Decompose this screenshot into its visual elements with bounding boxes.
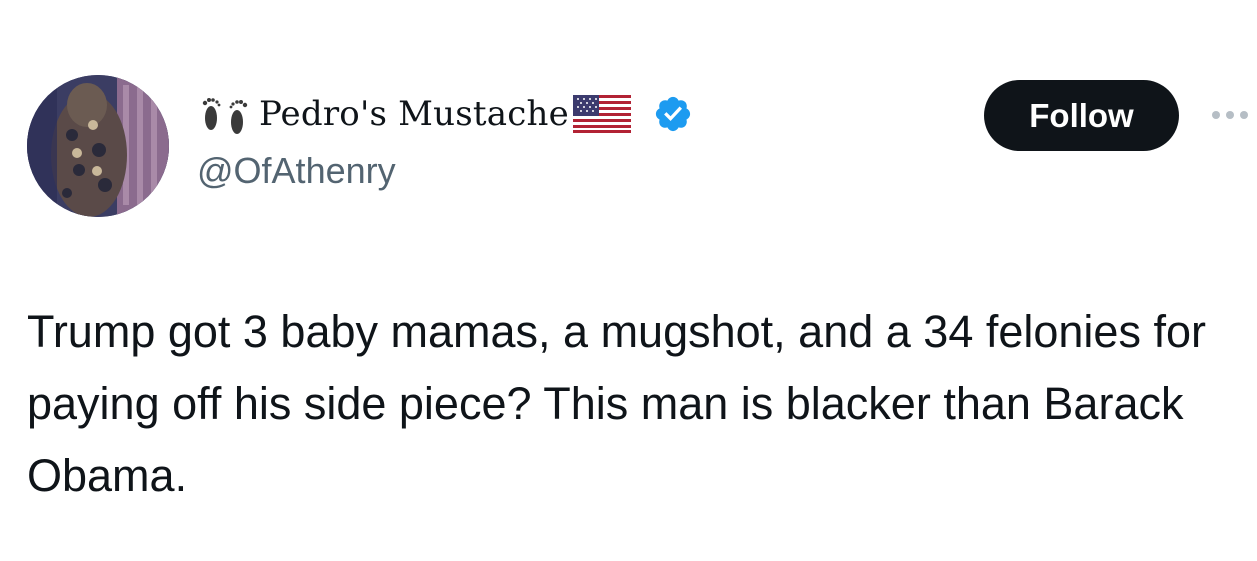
author-display-name[interactable]: Pedro's Mustache [259, 94, 569, 134]
avatar-image [27, 75, 169, 217]
more-options-icon[interactable] [1210, 105, 1250, 125]
verified-badge-icon[interactable] [653, 94, 693, 134]
us-flag-icon [572, 95, 631, 133]
tweet-text: Trump got 3 baby mamas, a mugshot, and a… [27, 306, 1206, 501]
author-handle[interactable]: @OfAthenry [197, 150, 396, 192]
avatar[interactable] [27, 75, 169, 217]
follow-button[interactable]: Follow [984, 80, 1179, 151]
author-name-row[interactable]: Pedro's Mustache [197, 88, 693, 140]
footprints-icon [197, 90, 253, 138]
